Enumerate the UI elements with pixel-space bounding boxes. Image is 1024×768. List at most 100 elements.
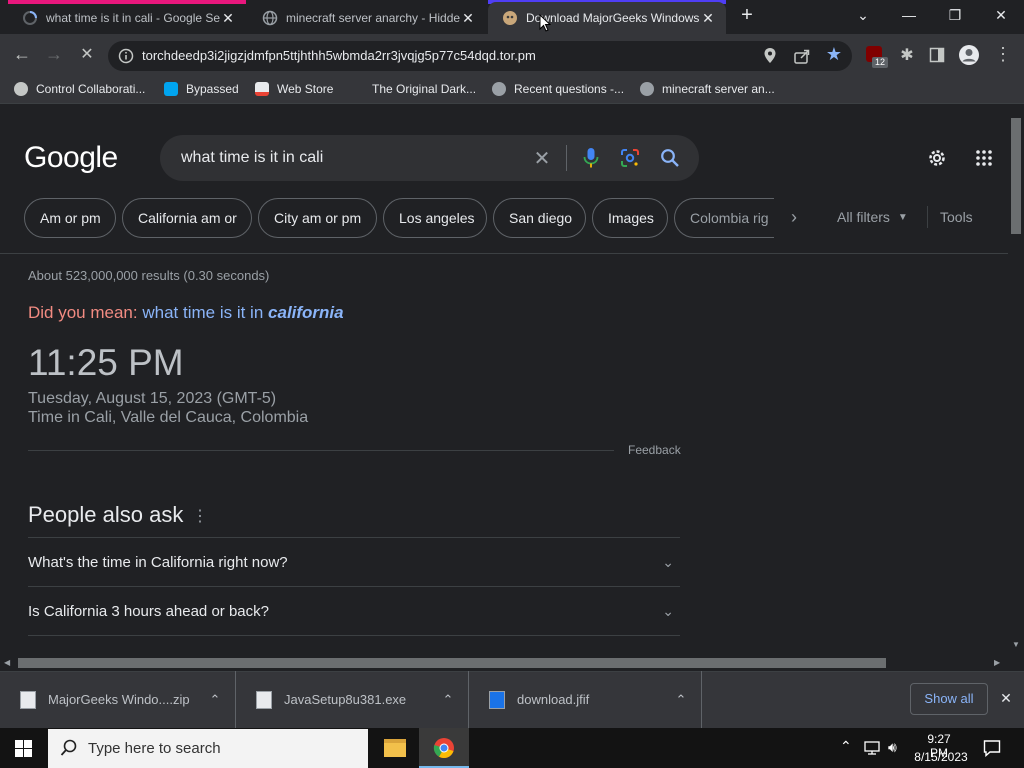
chevron-up-icon[interactable]: ⌃ — [661, 692, 701, 708]
tab-google-search[interactable]: what time is it in cali - Google Se ✕ — [8, 2, 246, 34]
paa-question[interactable]: Is California 3 hours ahead or back? ⌄ — [28, 586, 680, 635]
search-icon[interactable] — [660, 148, 680, 168]
bookmark-label: minecraft server an... — [662, 82, 775, 96]
tab-search-icon[interactable]: ⌄ — [840, 0, 886, 32]
all-filters-label: All filters — [837, 209, 890, 225]
bookmark-recent-questions[interactable]: Recent questions -... — [492, 82, 624, 96]
download-item[interactable]: JavaSetup8u381.exe ⌃ — [236, 671, 469, 728]
bookmark-label: The Original Dark... — [372, 82, 477, 96]
globe-icon — [492, 82, 506, 96]
download-filename: JavaSetup8u381.exe — [284, 692, 407, 707]
zip-file-icon — [20, 690, 36, 709]
maximize-button[interactable]: ❐ — [932, 0, 978, 32]
volume-icon[interactable]: 🔊︎ — [888, 739, 897, 756]
search-icon — [60, 739, 77, 756]
chrome-menu-icon[interactable]: ⋮ — [994, 44, 1012, 65]
globe-icon — [640, 82, 654, 96]
taskbar-search-placeholder: Type here to search — [88, 740, 221, 757]
windows-start-icon[interactable] — [15, 740, 32, 757]
info-icon[interactable] — [118, 48, 134, 64]
notification-center-icon[interactable] — [983, 739, 1001, 757]
did-you-mean: Did you mean: what time is it in califor… — [28, 303, 344, 323]
all-filters-button[interactable]: All filters ▼ — [837, 209, 908, 225]
clear-search-icon[interactable]: ✕ — [530, 146, 554, 171]
google-logo[interactable]: Google — [24, 141, 118, 175]
location-icon[interactable] — [762, 47, 778, 65]
current-date: Tuesday, August 15, 2023 (GMT-5) — [28, 390, 277, 407]
chip-city-am-or-pm[interactable]: City am or pm — [258, 198, 377, 238]
minimize-button[interactable]: — — [886, 0, 932, 32]
bookmark-minecraft[interactable]: minecraft server an... — [640, 82, 775, 96]
close-tab-icon[interactable]: ✕ — [460, 10, 476, 27]
download-filename: download.jfif — [517, 692, 590, 707]
chip-colombia[interactable]: Colombia rig — [674, 198, 774, 238]
tab-majorgeeks[interactable]: Download MajorGeeks Windows ✕ — [488, 2, 726, 34]
stop-loading-button[interactable]: ✕ — [76, 44, 98, 64]
bookmark-control-collaboration[interactable]: Control Collaborati... — [14, 82, 145, 96]
chip-images[interactable]: Images — [592, 198, 668, 238]
forward-button[interactable]: → — [42, 44, 66, 65]
results-stats: About 523,000,000 results (0.30 seconds) — [28, 268, 270, 283]
tab-title: Download MajorGeeks Windows — [526, 11, 700, 25]
tools-button[interactable]: Tools — [940, 209, 973, 225]
show-all-button[interactable]: Show all — [910, 683, 988, 715]
new-tab-button[interactable]: + — [726, 0, 768, 32]
search-input[interactable]: what time is it in cali — [181, 149, 323, 167]
more-options-icon[interactable]: ⋮ — [192, 506, 208, 526]
bookmark-web-store[interactable]: Web Store — [255, 82, 333, 96]
close-tab-icon[interactable]: ✕ — [220, 10, 236, 27]
side-panel-icon[interactable] — [929, 47, 945, 63]
time-location: Time in Cali, Valle del Cauca, Colombia — [28, 409, 309, 426]
chip-california-am-or[interactable]: California am or — [122, 198, 252, 238]
back-button[interactable]: ← — [10, 44, 34, 65]
chips-next-arrow-icon[interactable]: › — [784, 207, 804, 228]
people-also-ask-title: People also ask — [28, 502, 184, 527]
feedback-link[interactable]: Feedback — [628, 443, 681, 457]
tab-minecraft[interactable]: minecraft server anarchy - Hidde ✕ — [248, 2, 486, 34]
clock-date[interactable]: 8/15/2023 — [912, 750, 970, 764]
did-you-mean-plain: what time is it in — [142, 303, 264, 322]
paa-question[interactable]: What's the time in California right now?… — [28, 537, 680, 586]
bookmark-bypassed[interactable]: Bypassed — [164, 82, 239, 96]
google-lens-icon[interactable] — [620, 148, 640, 168]
show-hidden-icons-icon[interactable]: ⌃ — [840, 738, 852, 755]
scroll-down-arrow-icon[interactable]: ▼ — [1011, 640, 1021, 649]
chip-am-or-pm[interactable]: Am or pm — [24, 198, 116, 238]
did-you-mean-link[interactable]: what time is it in california — [142, 303, 343, 322]
bookmark-favicon-icon — [14, 82, 28, 96]
close-tab-icon[interactable]: ✕ — [700, 10, 716, 27]
close-window-button[interactable]: ✕ — [978, 0, 1024, 32]
chevron-up-icon[interactable]: ⌃ — [195, 692, 235, 708]
scroll-right-arrow-icon[interactable]: ▶ — [994, 658, 1000, 667]
bookmark-label: Bypassed — [186, 82, 239, 96]
close-download-bar-icon[interactable]: ✕ — [998, 690, 1014, 707]
tab-title: minecraft server anarchy - Hidde — [286, 11, 460, 25]
paa-question-text: What's the time in California right now? — [28, 553, 288, 571]
bookmark-original-dark[interactable]: The Original Dark... — [350, 82, 476, 96]
download-item[interactable]: MajorGeeks Windo....zip ⌃ — [0, 671, 236, 728]
bookmark-star-icon[interactable]: ★ — [824, 44, 844, 65]
download-item[interactable]: download.jfif ⌃ — [469, 671, 702, 728]
majorgeeks-icon — [503, 11, 517, 25]
chip-san-diego[interactable]: San diego — [493, 198, 586, 238]
scroll-left-arrow-icon[interactable]: ◀ — [4, 658, 10, 667]
microphone-icon[interactable] — [582, 147, 600, 169]
search-separator — [566, 145, 567, 171]
vertical-scroll-thumb[interactable] — [1011, 118, 1021, 234]
url-text: torchdeedp3i2jigzjdmfpn5ttjhthh5wbmda2rr… — [142, 48, 536, 63]
settings-gear-icon[interactable] — [926, 147, 948, 169]
exe-file-icon — [256, 690, 272, 709]
chevron-down-icon: ⌄ — [662, 602, 674, 619]
google-apps-icon[interactable] — [976, 150, 992, 166]
profile-avatar-icon[interactable] — [958, 44, 980, 66]
horizontal-scroll-thumb[interactable] — [18, 658, 886, 668]
image-file-icon — [489, 690, 505, 709]
chip-los-angeles[interactable]: Los angeles — [383, 198, 487, 238]
chevron-up-icon[interactable]: ⌃ — [428, 692, 468, 708]
download-filename: MajorGeeks Windo....zip — [48, 692, 190, 707]
share-icon[interactable] — [793, 47, 811, 65]
extensions-puzzle-icon[interactable]: ✱ — [897, 45, 917, 65]
globe-icon — [262, 10, 278, 26]
file-explorer-icon[interactable] — [384, 739, 406, 757]
network-icon[interactable] — [864, 740, 880, 756]
